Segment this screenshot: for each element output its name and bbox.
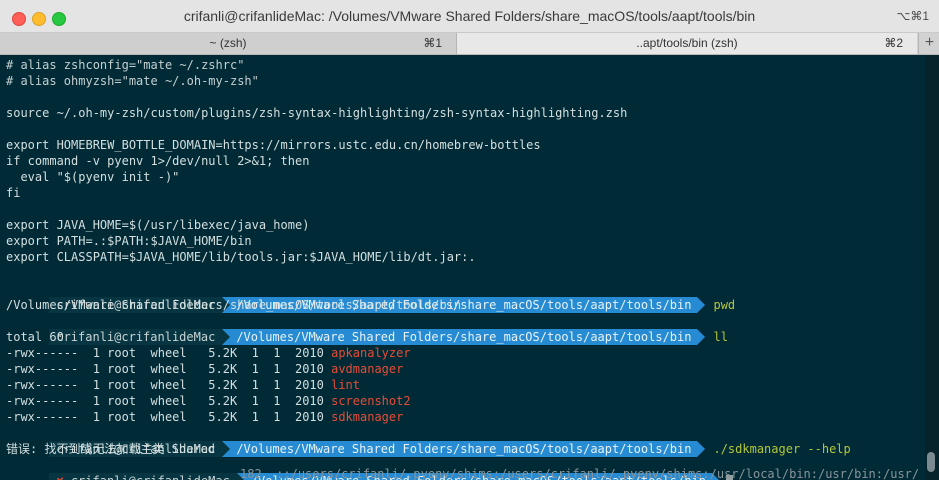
window-title: crifanli@crifanlideMac: /Volumes/VMware …	[183, 8, 756, 24]
prompt-separator-icon	[222, 329, 231, 345]
scrollbar-thumb[interactable]	[927, 452, 935, 472]
tab-label: ~ (zsh)	[209, 36, 247, 50]
tab-label: ..apt/tools/bin (zsh)	[636, 36, 738, 50]
file-name: sdkmanager	[331, 410, 404, 424]
terminal-line: total 60	[6, 330, 64, 344]
prompt-user: crifanli@crifanlideMac	[49, 329, 223, 345]
tab-home-zsh[interactable]: ~ (zsh) ⌘1	[0, 33, 457, 54]
file-name: screenshot2	[331, 394, 411, 408]
background-path-text: ::/users/crifanli/.pyenv/shims:/users/cr…	[276, 467, 920, 480]
tab-bin-zsh[interactable]: ..apt/tools/bin (zsh) ⌘2	[457, 33, 917, 54]
file-meta: -rwx------ 1 root wheel 5.2K 1 1 2010	[6, 378, 332, 392]
file-name: lint	[331, 378, 361, 392]
error-status-icon: ✘	[56, 474, 63, 480]
window-shortcut: ⌥⌘1	[896, 9, 929, 23]
error-line: 错误: 找不到或无法加载主类 Shared	[6, 442, 216, 456]
title-bar: crifanli@crifanlideMac: /Volumes/VMware …	[0, 0, 939, 33]
terminal-line: if command -v pyenv 1>/dev/null 2>&1; th…	[6, 154, 310, 168]
prompt-separator-icon	[222, 441, 231, 457]
new-tab-button[interactable]: +	[918, 33, 939, 54]
tab-shortcut: ⌘2	[884, 36, 903, 50]
file-listing-row: -rwx------ 1 root wheel 5.2K 1 1 2010 sd…	[6, 409, 403, 425]
terminal-line: export JAVA_HOME=$(/usr/libexec/java_hom…	[6, 218, 310, 232]
prompt-directory: /Volumes/VMware Shared Folders/share_mac…	[230, 441, 698, 457]
file-meta: -rwx------ 1 root wheel 5.2K 1 1 2010	[6, 410, 332, 424]
terminal-line: fi	[6, 186, 21, 200]
terminal-line: /Volumes/VMware Shared Folders/share_mac…	[6, 298, 462, 312]
tab-shortcut: ⌘1	[423, 36, 442, 50]
prompt-user: ✘ crifanli@crifanlideMac	[49, 473, 237, 480]
command-text: ./sdkmanager --help	[713, 442, 851, 456]
file-listing-row: -rwx------ 1 root wheel 5.2K 1 1 2010 av…	[6, 361, 403, 377]
file-meta: -rwx------ 1 root wheel 5.2K 1 1 2010	[6, 346, 332, 360]
file-listing-row: -rwx------ 1 root wheel 5.2K 1 1 2010 ap…	[6, 345, 411, 361]
file-name: apkanalyzer	[331, 346, 411, 360]
file-listing-row: -rwx------ 1 root wheel 5.2K 1 1 2010 li…	[6, 377, 360, 393]
background-window-text: 182 ::/users/crifanli/.pyenv/shims:/user…	[240, 467, 919, 480]
prompt-line: crifanli@crifanlideMac/Volumes/VMware Sh…	[6, 313, 728, 345]
terminal-line: source ~/.oh-my-zsh/custom/plugins/zsh-s…	[6, 106, 628, 120]
file-name: avdmanager	[331, 362, 404, 376]
scrollbar-track[interactable]	[925, 55, 939, 480]
terminal-line: # alias zshconfig="mate ~/.zshrc"	[6, 58, 245, 72]
terminal-output[interactable]: # alias zshconfig="mate ~/.zshrc" # alia…	[0, 55, 925, 480]
terminal-line: export PATH=.:$PATH:$JAVA_HOME/bin	[6, 234, 252, 248]
file-listing-row: -rwx------ 1 root wheel 5.2K 1 1 2010 sc…	[6, 393, 411, 409]
file-meta: -rwx------ 1 root wheel 5.2K 1 1 2010	[6, 362, 332, 376]
command-text: ll	[713, 330, 728, 344]
command-text: pwd	[713, 298, 736, 312]
file-meta: -rwx------ 1 root wheel 5.2K 1 1 2010	[6, 394, 332, 408]
terminal-line: # alias ohmyzsh="mate ~/.oh-my-zsh"	[6, 74, 259, 88]
terminal-window: crifanli@crifanlideMac: /Volumes/VMware …	[0, 0, 939, 480]
terminal-line: export HOMEBREW_BOTTLE_DOMAIN=https://mi…	[6, 138, 541, 152]
terminal-line: export CLASSPATH=$JAVA_HOME/lib/tools.ja…	[6, 250, 476, 264]
background-line-number: 182	[240, 467, 262, 480]
prompt-user-name: crifanli@crifanlideMac	[71, 474, 230, 480]
terminal-line: eval "$(pyenv init -)"	[6, 170, 180, 184]
prompt-line: crifanli@crifanlideMac/Volumes/VMware Sh…	[6, 425, 851, 457]
prompt-directory: /Volumes/VMware Shared Folders/share_mac…	[230, 329, 698, 345]
prompt-line: crifanli@crifanlideMac/Volumes/VMware Sh…	[6, 281, 735, 313]
tab-bar: ~ (zsh) ⌘1 ..apt/tools/bin (zsh) ⌘2 +	[0, 33, 939, 55]
